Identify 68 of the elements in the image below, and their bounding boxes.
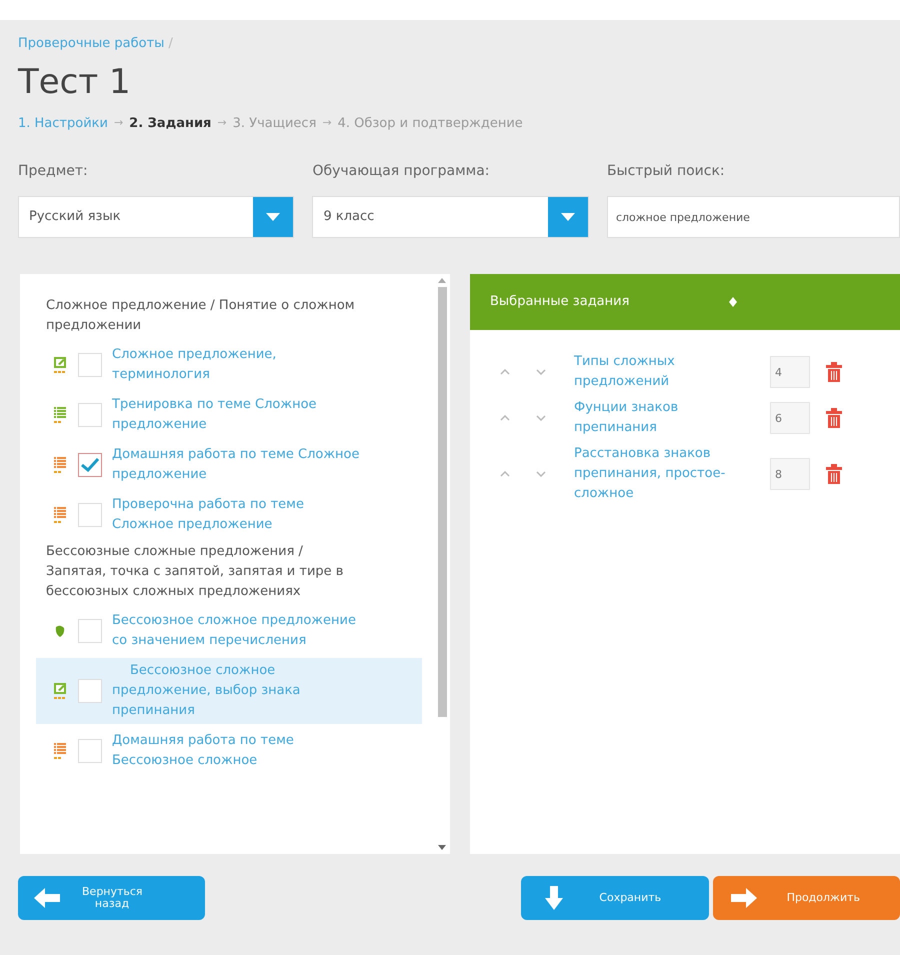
move-up-icon[interactable]: [500, 415, 510, 421]
search-field[interactable]: сложное предложение: [606, 196, 900, 238]
arrow-down-icon: [545, 886, 564, 910]
task-link[interactable]: Проверочна работа по теме Сложное предложение: [112, 495, 362, 535]
leaf-icon: [54, 624, 66, 638]
check-icon: [81, 458, 99, 472]
wizard-step: 4. Обзор и подтверждение: [338, 114, 523, 133]
task-row[interactable]: Сложное предложение, терминология: [36, 342, 422, 388]
topic-heading: Сложное предложение / Понятие о сложном предложении: [45, 297, 356, 335]
checkbox[interactable]: [78, 453, 102, 477]
list-icon: [53, 406, 67, 424]
task-row[interactable]: Домашняя работа по теме Бессоюзное сложное: [36, 728, 422, 774]
count-field[interactable]: 8: [770, 458, 810, 490]
task-link[interactable]: Бессоюзное сложное предложение, выбор знака препинания: [112, 661, 362, 721]
trash-icon[interactable]: [826, 362, 842, 382]
select-field[interactable]: 9 класс: [312, 196, 589, 238]
edit-icon: [53, 356, 67, 374]
trash-icon[interactable]: [826, 408, 842, 428]
task-row[interactable]: Домашняя работа по теме Сложное предложение: [36, 442, 422, 488]
arrow-left-icon: [34, 888, 60, 908]
breadcrumb-separator: /: [168, 35, 173, 53]
sort-icon[interactable]: [729, 297, 738, 307]
selected-task-link[interactable]: Расстановка знаков препинания, простое-сложное: [574, 444, 754, 504]
count-field[interactable]: 4: [770, 356, 810, 388]
caret-icon: [266, 213, 280, 221]
wizard-step[interactable]: 1. Настройки: [18, 114, 108, 133]
move-down-icon[interactable]: [536, 471, 546, 477]
list-icon: [53, 742, 67, 760]
task-link[interactable]: Бессоюзное сложное предложение со значением перечисления: [112, 611, 362, 651]
task-link[interactable]: Сложное предложение, терминология: [112, 345, 362, 385]
scroll-down-icon[interactable]: [438, 845, 446, 850]
selected-task-link[interactable]: Типы сложных предложений: [574, 352, 754, 392]
select-field[interactable]: Русский язык: [18, 196, 294, 238]
save-button[interactable]: Сохранить: [521, 876, 709, 920]
step-arrow: →: [114, 115, 124, 131]
arrow-right-icon: [730, 888, 757, 908]
task-link[interactable]: Домашняя работа по теме Бессоюзное сложное: [112, 731, 362, 771]
wizard-step: 2. Задания: [129, 114, 212, 133]
page-title: Тест 1: [18, 60, 131, 104]
topic-heading: Бессоюзные сложные предложения / Запятая, точка с запятой, запятая и тире в бессоюзных сложных предложениях: [45, 543, 344, 601]
scroll-up-icon[interactable]: [438, 278, 446, 283]
list-icon: [53, 456, 67, 474]
task-link[interactable]: Тренировка по теме Сложное предложение: [112, 395, 362, 435]
filter-label: Быстрый поиск:: [606, 162, 726, 181]
move-down-icon[interactable]: [536, 369, 546, 375]
move-up-icon[interactable]: [500, 369, 510, 375]
task-row[interactable]: Бессоюзное сложное предложение, выбор знака препинания: [36, 658, 422, 724]
filter-label: Обучающая программа:: [312, 162, 491, 181]
move-down-icon[interactable]: [536, 415, 546, 421]
filter-label: Предмет:: [18, 162, 89, 181]
caret-icon: [560, 213, 575, 221]
list-icon: [53, 506, 67, 524]
step-arrow: →: [322, 115, 332, 131]
task-row[interactable]: Тренировка по теме Сложное предложение: [36, 392, 422, 438]
wizard-step: 3. Учащиеся: [232, 114, 316, 133]
task-row[interactable]: Проверочна работа по теме Сложное предложение: [36, 492, 422, 538]
panel-title: Выбранные задания: [490, 293, 630, 312]
breadcrumb-link[interactable]: Проверочные работы: [18, 34, 164, 54]
trash-icon[interactable]: [826, 464, 842, 484]
back-button[interactable]: Вернуться назад: [18, 876, 206, 920]
continue-button[interactable]: Продолжить: [712, 876, 900, 920]
selected-task-link[interactable]: Фунции знаков препинания: [574, 398, 754, 438]
edit-icon: [53, 682, 67, 700]
move-up-icon[interactable]: [500, 471, 510, 477]
task-link[interactable]: Домашняя работа по теме Сложное предложение: [112, 445, 362, 485]
step-arrow: →: [217, 115, 227, 131]
count-field[interactable]: 6: [770, 402, 810, 434]
task-row[interactable]: Бессоюзное сложное предложение со значением перечисления: [36, 608, 422, 654]
